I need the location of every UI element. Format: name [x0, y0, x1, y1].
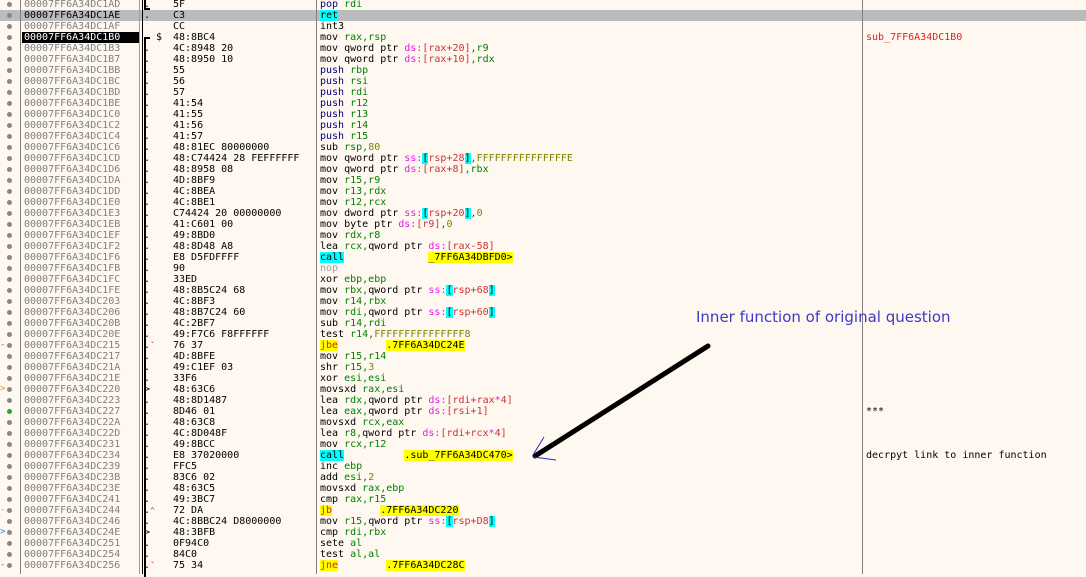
arrow-head-stroke-2 [532, 456, 557, 461]
arrow-line [532, 343, 711, 459]
annotation-arrow [532, 343, 711, 461]
